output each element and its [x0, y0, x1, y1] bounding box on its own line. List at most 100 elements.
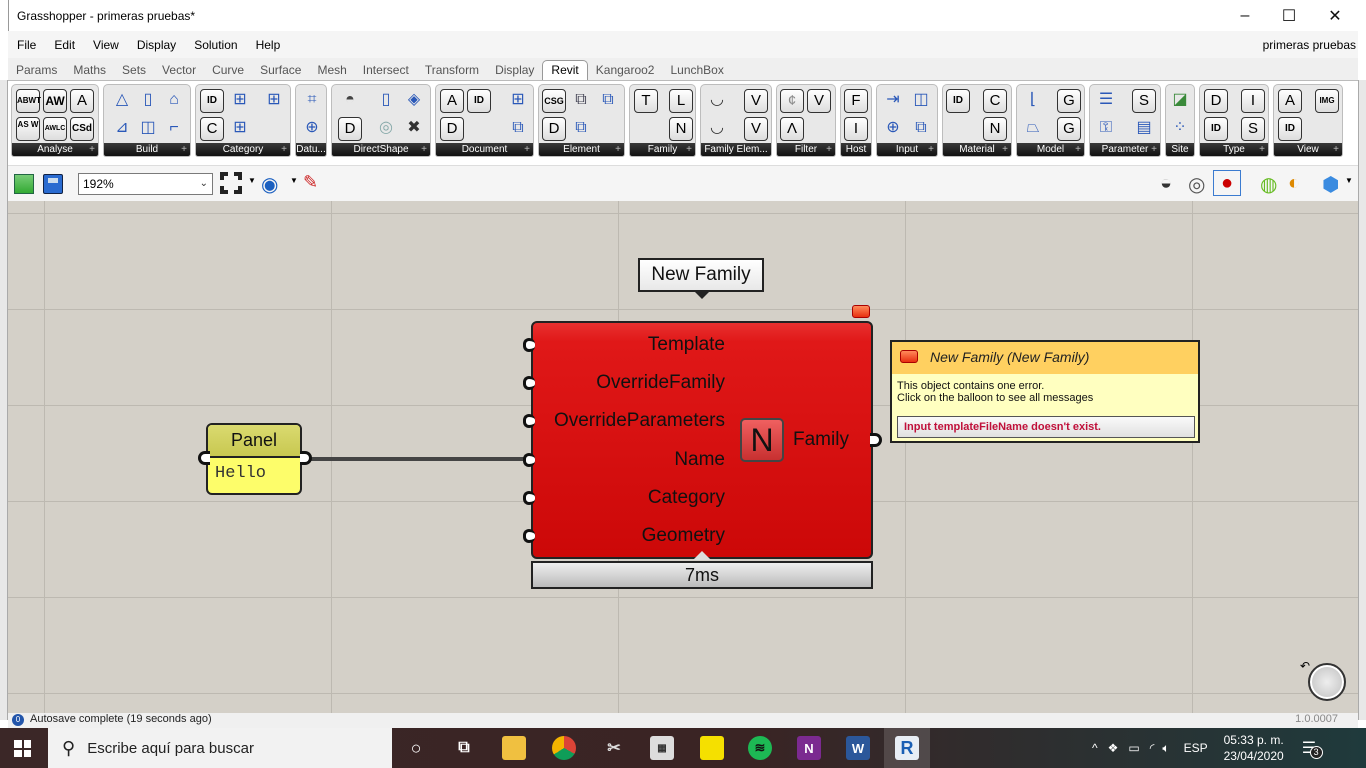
directshape-d-icon[interactable]: D: [338, 117, 362, 141]
document-name[interactable]: primeras pruebas: [1263, 38, 1356, 52]
element-move-icon[interactable]: ⧉: [569, 117, 593, 141]
zoom-select[interactable]: 192% ⌄: [78, 173, 213, 195]
selected-only-icon[interactable]: ◍: [1260, 172, 1277, 197]
close-button[interactable]: ✕: [1312, 0, 1358, 31]
new-family-component[interactable]: Template OverrideFamily OverrideParamete…: [523, 321, 882, 559]
grasshopper-canvas[interactable]: Panel Hello New Family Template Override…: [8, 201, 1358, 713]
sketch-pen-icon[interactable]: ✎: [303, 172, 318, 193]
beam-icon[interactable]: ⊿: [110, 117, 134, 141]
panel-input-port[interactable]: [198, 451, 210, 465]
roof-icon[interactable]: ⌂: [162, 89, 186, 113]
zoom-extents-icon[interactable]: [220, 172, 242, 194]
grid-icon[interactable]: ⌗: [300, 89, 324, 113]
input-port-category[interactable]: [523, 491, 535, 505]
wall-icon[interactable]: ◫: [136, 117, 160, 141]
material-id-icon[interactable]: ID: [946, 89, 970, 113]
input-point-icon[interactable]: ⊕: [881, 117, 905, 141]
preview-dropdown-icon[interactable]: ▼: [290, 176, 298, 185]
error-balloon-icon[interactable]: [852, 305, 870, 318]
tab-mesh[interactable]: Mesh: [309, 63, 354, 80]
chrome-icon[interactable]: [552, 736, 576, 760]
type-i-icon[interactable]: I: [1241, 89, 1265, 113]
model-mesh-icon[interactable]: ⏢: [1021, 117, 1045, 141]
host-f-icon[interactable]: F: [844, 89, 868, 113]
view-a-icon[interactable]: A: [1278, 89, 1302, 113]
input-port-geometry[interactable]: [523, 529, 535, 543]
filter-not-icon[interactable]: ¢: [780, 89, 804, 113]
tab-lunchbox[interactable]: LunchBox: [662, 63, 731, 80]
analyse-awlc-icon[interactable]: AWLC: [43, 117, 67, 141]
task-view-icon[interactable]: ⧉: [452, 736, 476, 760]
filter-icon[interactable]: ⊞: [506, 89, 530, 113]
tab-revit[interactable]: Revit: [542, 60, 588, 81]
wifi-icon[interactable]: ◜: [1150, 741, 1155, 755]
category-id-icon[interactable]: ID: [200, 89, 224, 113]
column-icon[interactable]: ▯: [136, 89, 160, 113]
tab-surface[interactable]: Surface: [252, 63, 309, 80]
menu-help[interactable]: Help: [247, 38, 290, 52]
panel-output-port[interactable]: [300, 451, 312, 465]
form-icon[interactable]: ◡: [705, 89, 729, 113]
output-port-family[interactable]: [870, 433, 882, 447]
tab-kangaroo2[interactable]: Kangaroo2: [588, 63, 663, 80]
category-filter-icon[interactable]: ⊞: [262, 89, 286, 113]
element-csg-icon[interactable]: CSG: [542, 89, 566, 113]
tab-display[interactable]: Display: [487, 63, 542, 80]
sticky-notes-icon[interactable]: [700, 736, 724, 760]
action-center-icon[interactable]: ☰ 3: [1302, 738, 1323, 759]
revit-icon[interactable]: R: [895, 736, 919, 760]
open-file-icon[interactable]: [14, 174, 34, 194]
preview-mesh-icon[interactable]: ⬢: [1322, 172, 1339, 197]
material-n-icon[interactable]: N: [983, 117, 1007, 141]
mesh-dropdown-icon[interactable]: ▼: [1345, 176, 1353, 185]
subcategory-icon[interactable]: ⊞: [228, 117, 252, 141]
level-icon[interactable]: ⊕: [300, 117, 324, 141]
type-s-icon[interactable]: S: [1241, 117, 1265, 141]
menu-solution[interactable]: Solution: [185, 38, 246, 52]
model-g1-icon[interactable]: G: [1057, 89, 1081, 113]
document-preview-icon[interactable]: ◐: [1288, 172, 1300, 195]
input-port-name[interactable]: [523, 453, 535, 467]
dropbox-icon[interactable]: ❖: [1108, 741, 1119, 755]
tab-vector[interactable]: Vector: [154, 63, 204, 80]
element-d-icon[interactable]: D: [542, 117, 566, 141]
category-grid-icon[interactable]: ⊞: [228, 89, 252, 113]
element-filter-icon[interactable]: ⧉: [506, 117, 530, 141]
view-id-icon[interactable]: ID: [1278, 117, 1302, 141]
directshape-type-icon[interactable]: ▯: [374, 89, 398, 113]
tab-params[interactable]: Params: [8, 63, 65, 80]
param-key-icon[interactable]: ⚿: [1094, 117, 1118, 141]
save-icon[interactable]: [43, 174, 63, 194]
onenote-icon[interactable]: N: [797, 736, 821, 760]
view-img-icon[interactable]: IMG: [1315, 89, 1339, 113]
family-t-icon[interactable]: T: [634, 89, 658, 113]
zoom-extents-dropdown-icon[interactable]: ▼: [248, 176, 256, 185]
filter-and-icon[interactable]: Λ: [780, 117, 804, 141]
category-c-icon[interactable]: C: [200, 117, 224, 141]
tab-maths[interactable]: Maths: [65, 63, 114, 80]
input-port-template[interactable]: [523, 338, 535, 352]
navigation-widget[interactable]: [1308, 663, 1346, 701]
model-curve-icon[interactable]: ⌊: [1021, 89, 1045, 113]
input-rect-icon[interactable]: ◫: [909, 89, 933, 113]
family-n-icon[interactable]: N: [669, 117, 693, 141]
family-element-v1-icon[interactable]: V: [744, 89, 768, 113]
cortana-icon[interactable]: ○: [404, 736, 428, 760]
input-box-icon[interactable]: ⧉: [909, 117, 933, 141]
start-button[interactable]: [14, 740, 31, 757]
language-indicator[interactable]: ESP: [1184, 741, 1208, 755]
floor-icon[interactable]: ⌐: [162, 117, 186, 141]
tab-sets[interactable]: Sets: [114, 63, 154, 80]
input-port-overridefamily[interactable]: [523, 376, 535, 390]
type-d-icon[interactable]: D: [1204, 89, 1228, 113]
directshape-edit-icon[interactable]: ◈: [402, 89, 426, 113]
host-i-icon[interactable]: I: [844, 117, 868, 141]
tab-curve[interactable]: Curve: [204, 63, 252, 80]
calculator-icon[interactable]: ▦: [650, 736, 674, 760]
clock[interactable]: 05:33 p. m. 23/04/2020: [1224, 732, 1284, 764]
material-c-icon[interactable]: C: [983, 89, 1007, 113]
preview-off-icon[interactable]: ◒: [1160, 172, 1172, 195]
panel-value[interactable]: Hello: [208, 458, 300, 490]
library-icon[interactable]: ◎: [374, 117, 398, 141]
rotate-arrow-icon[interactable]: ↶: [1300, 659, 1310, 673]
